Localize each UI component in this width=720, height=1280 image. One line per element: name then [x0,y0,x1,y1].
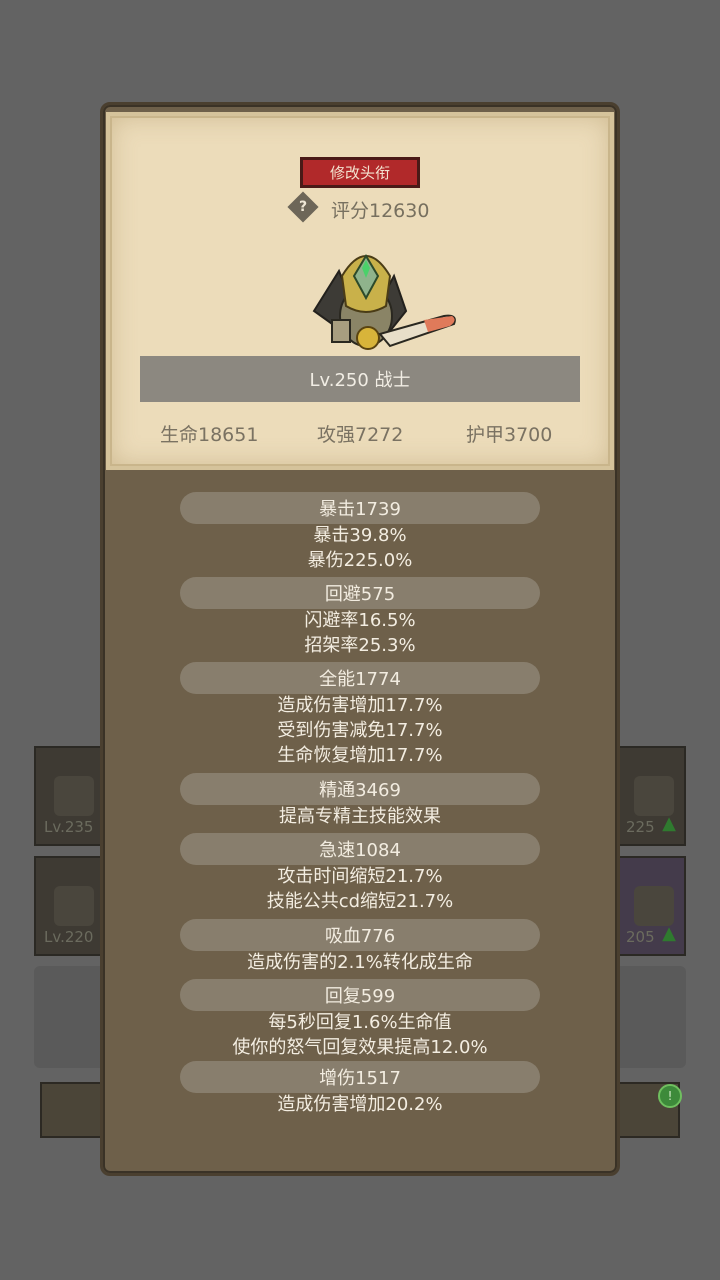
armor-stat: 护甲3700 [466,424,553,446]
upgrade-arrow-icon: ▲ [662,923,676,944]
stat-header-damage-bonus: 增伤1517 [180,1061,540,1093]
slot-level: 225 [626,818,655,836]
slot-level: 205 [626,928,655,946]
equipment-slot-chest[interactable]: Lv.220 [34,856,106,956]
stat-header-haste: 急速1084 [180,833,540,865]
slot-level: Lv.235 [44,818,94,836]
hp-stat: 生命18651 [160,424,259,446]
stat-line: 提高专精主技能效果 [279,806,441,827]
score-label: 评分12630 [331,200,430,222]
rename-title-button[interactable]: 修改头衔 [300,157,420,188]
equipment-slot-helmet[interactable]: 225 ▲ [614,746,686,846]
stat-line: 闪避率16.5% [304,610,416,631]
stat-header-regen: 回复599 [180,979,540,1011]
level-class-bar: Lv.250 战士 [140,356,580,402]
stat-line: 技能公共cd缩短21.7% [266,891,454,912]
stat-header-lifesteal: 吸血776 [180,919,540,951]
notification-badge-icon: ! [658,1084,682,1108]
equipment-slot-weapon[interactable]: Lv.235 [34,746,106,846]
equipment-slot-shoulder[interactable]: 205 ▲ [614,856,686,956]
stat-header-mastery: 精通3469 [180,773,540,805]
stat-line: 暴击39.8% [313,525,407,546]
stat-line: 造成伤害增加20.2% [277,1094,443,1115]
stat-line: 生命恢复增加17.7% [277,745,443,766]
stat-line: 造成伤害的2.1%转化成生命 [247,952,473,973]
shoulder-icon [634,886,674,926]
stat-line: 招架率25.3% [304,635,416,656]
hammer-icon [54,776,94,816]
stat-header-evasion: 回避575 [180,577,540,609]
stat-header-crit: 暴击1739 [180,492,540,524]
question-mark-icon: ? [298,199,308,215]
stat-line: 造成伤害增加17.7% [277,695,443,716]
stat-line: 暴伤225.0% [307,550,413,571]
warrior-avatar [312,254,456,350]
attack-stat: 攻强7272 [317,424,404,446]
upgrade-arrow-icon: ▲ [662,813,676,834]
stat-header-versatility: 全能1774 [180,662,540,694]
stat-line: 受到伤害减免17.7% [277,720,443,741]
stat-line: 使你的怒气回复效果提高12.0% [232,1037,488,1058]
help-icon[interactable]: ? [287,191,319,223]
slot-level: Lv.220 [44,928,94,946]
stat-line: 每5秒回复1.6%生命值 [268,1012,452,1033]
stat-line: 攻击时间缩短21.7% [277,866,443,887]
armor-icon [54,886,94,926]
helmet-icon [634,776,674,816]
